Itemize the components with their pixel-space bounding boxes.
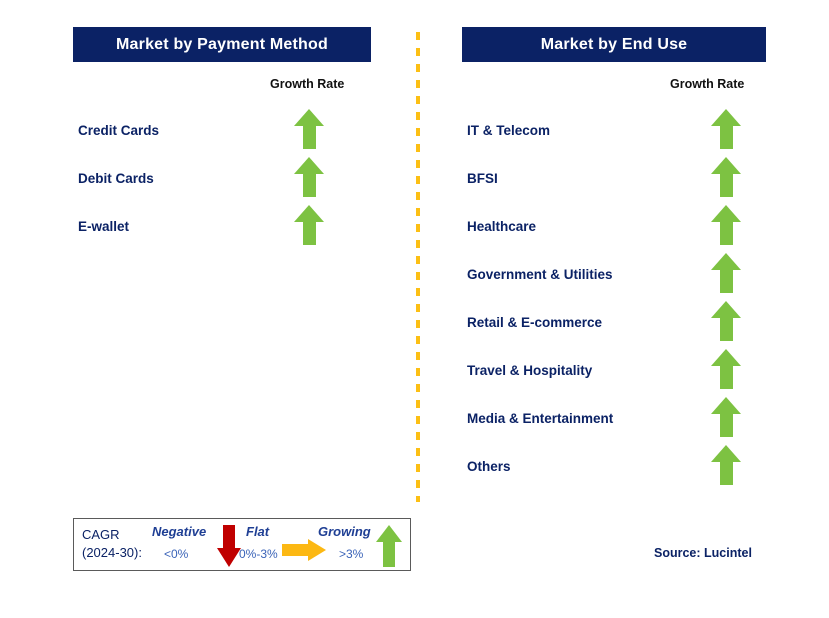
growth-rate-header-payment-method: Growth Rate xyxy=(270,77,345,91)
panel-title-payment-method: Market by Payment Method xyxy=(73,27,371,62)
list-item: Government & Utilities xyxy=(467,253,766,294)
arrow-down-icon xyxy=(217,525,241,567)
segment-label-retail-ecommerce: Retail & E-commerce xyxy=(467,314,603,330)
legend-range-negative: <0% xyxy=(164,547,189,561)
legend-box: CAGR (2024-30): Negative <0% Flat 0%-3% … xyxy=(73,518,411,571)
segment-label-e-wallet: E-wallet xyxy=(78,218,130,234)
legend-term-flat: Flat xyxy=(246,524,270,539)
legend-cagr-line1: CAGR xyxy=(82,527,120,542)
source-attribution: Source: Lucintel xyxy=(654,546,752,560)
legend-range-flat: 0%-3% xyxy=(239,547,278,561)
list-item: Credit Cards xyxy=(78,109,371,150)
list-item: IT & Telecom xyxy=(467,109,766,150)
panel-end-use: Market by End Use xyxy=(462,27,766,62)
list-item: Media & Entertainment xyxy=(467,397,766,438)
arrow-right-icon xyxy=(282,539,326,561)
panel-title-end-use: Market by End Use xyxy=(462,27,766,62)
segment-label-healthcare: Healthcare xyxy=(467,218,537,234)
segment-label-travel-hospitality: Travel & Hospitality xyxy=(467,362,593,378)
segment-label-credit-cards: Credit Cards xyxy=(78,122,160,138)
legend-range-growing: >3% xyxy=(339,547,364,561)
segment-label-debit-cards: Debit Cards xyxy=(78,170,154,186)
legend-cagr-label: CAGR (2024-30): xyxy=(82,526,142,562)
segment-label-it-telecom: IT & Telecom xyxy=(467,122,551,138)
legend-cagr-line2: (2024-30): xyxy=(82,545,142,560)
arrow-up-icon xyxy=(376,525,402,567)
list-item: Retail & E-commerce xyxy=(467,301,766,342)
segment-label-media-entertainment: Media & Entertainment xyxy=(467,410,614,426)
list-item: Debit Cards xyxy=(78,157,371,198)
segment-label-others: Others xyxy=(467,458,511,474)
list-item: BFSI xyxy=(467,157,766,198)
list-item: Healthcare xyxy=(467,205,766,246)
segment-label-government-utilities: Government & Utilities xyxy=(467,266,613,282)
list-item: Travel & Hospitality xyxy=(467,349,766,390)
list-item: E-wallet xyxy=(78,205,371,246)
list-item: Others xyxy=(467,445,766,486)
panel-payment-method: Market by Payment Method xyxy=(73,27,371,62)
legend-term-growing: Growing xyxy=(318,524,371,539)
growth-rate-header-end-use: Growth Rate xyxy=(670,77,745,91)
segment-label-bfsi: BFSI xyxy=(467,170,498,186)
vertical-dashed-divider xyxy=(416,32,420,502)
legend-term-negative: Negative xyxy=(152,524,207,539)
